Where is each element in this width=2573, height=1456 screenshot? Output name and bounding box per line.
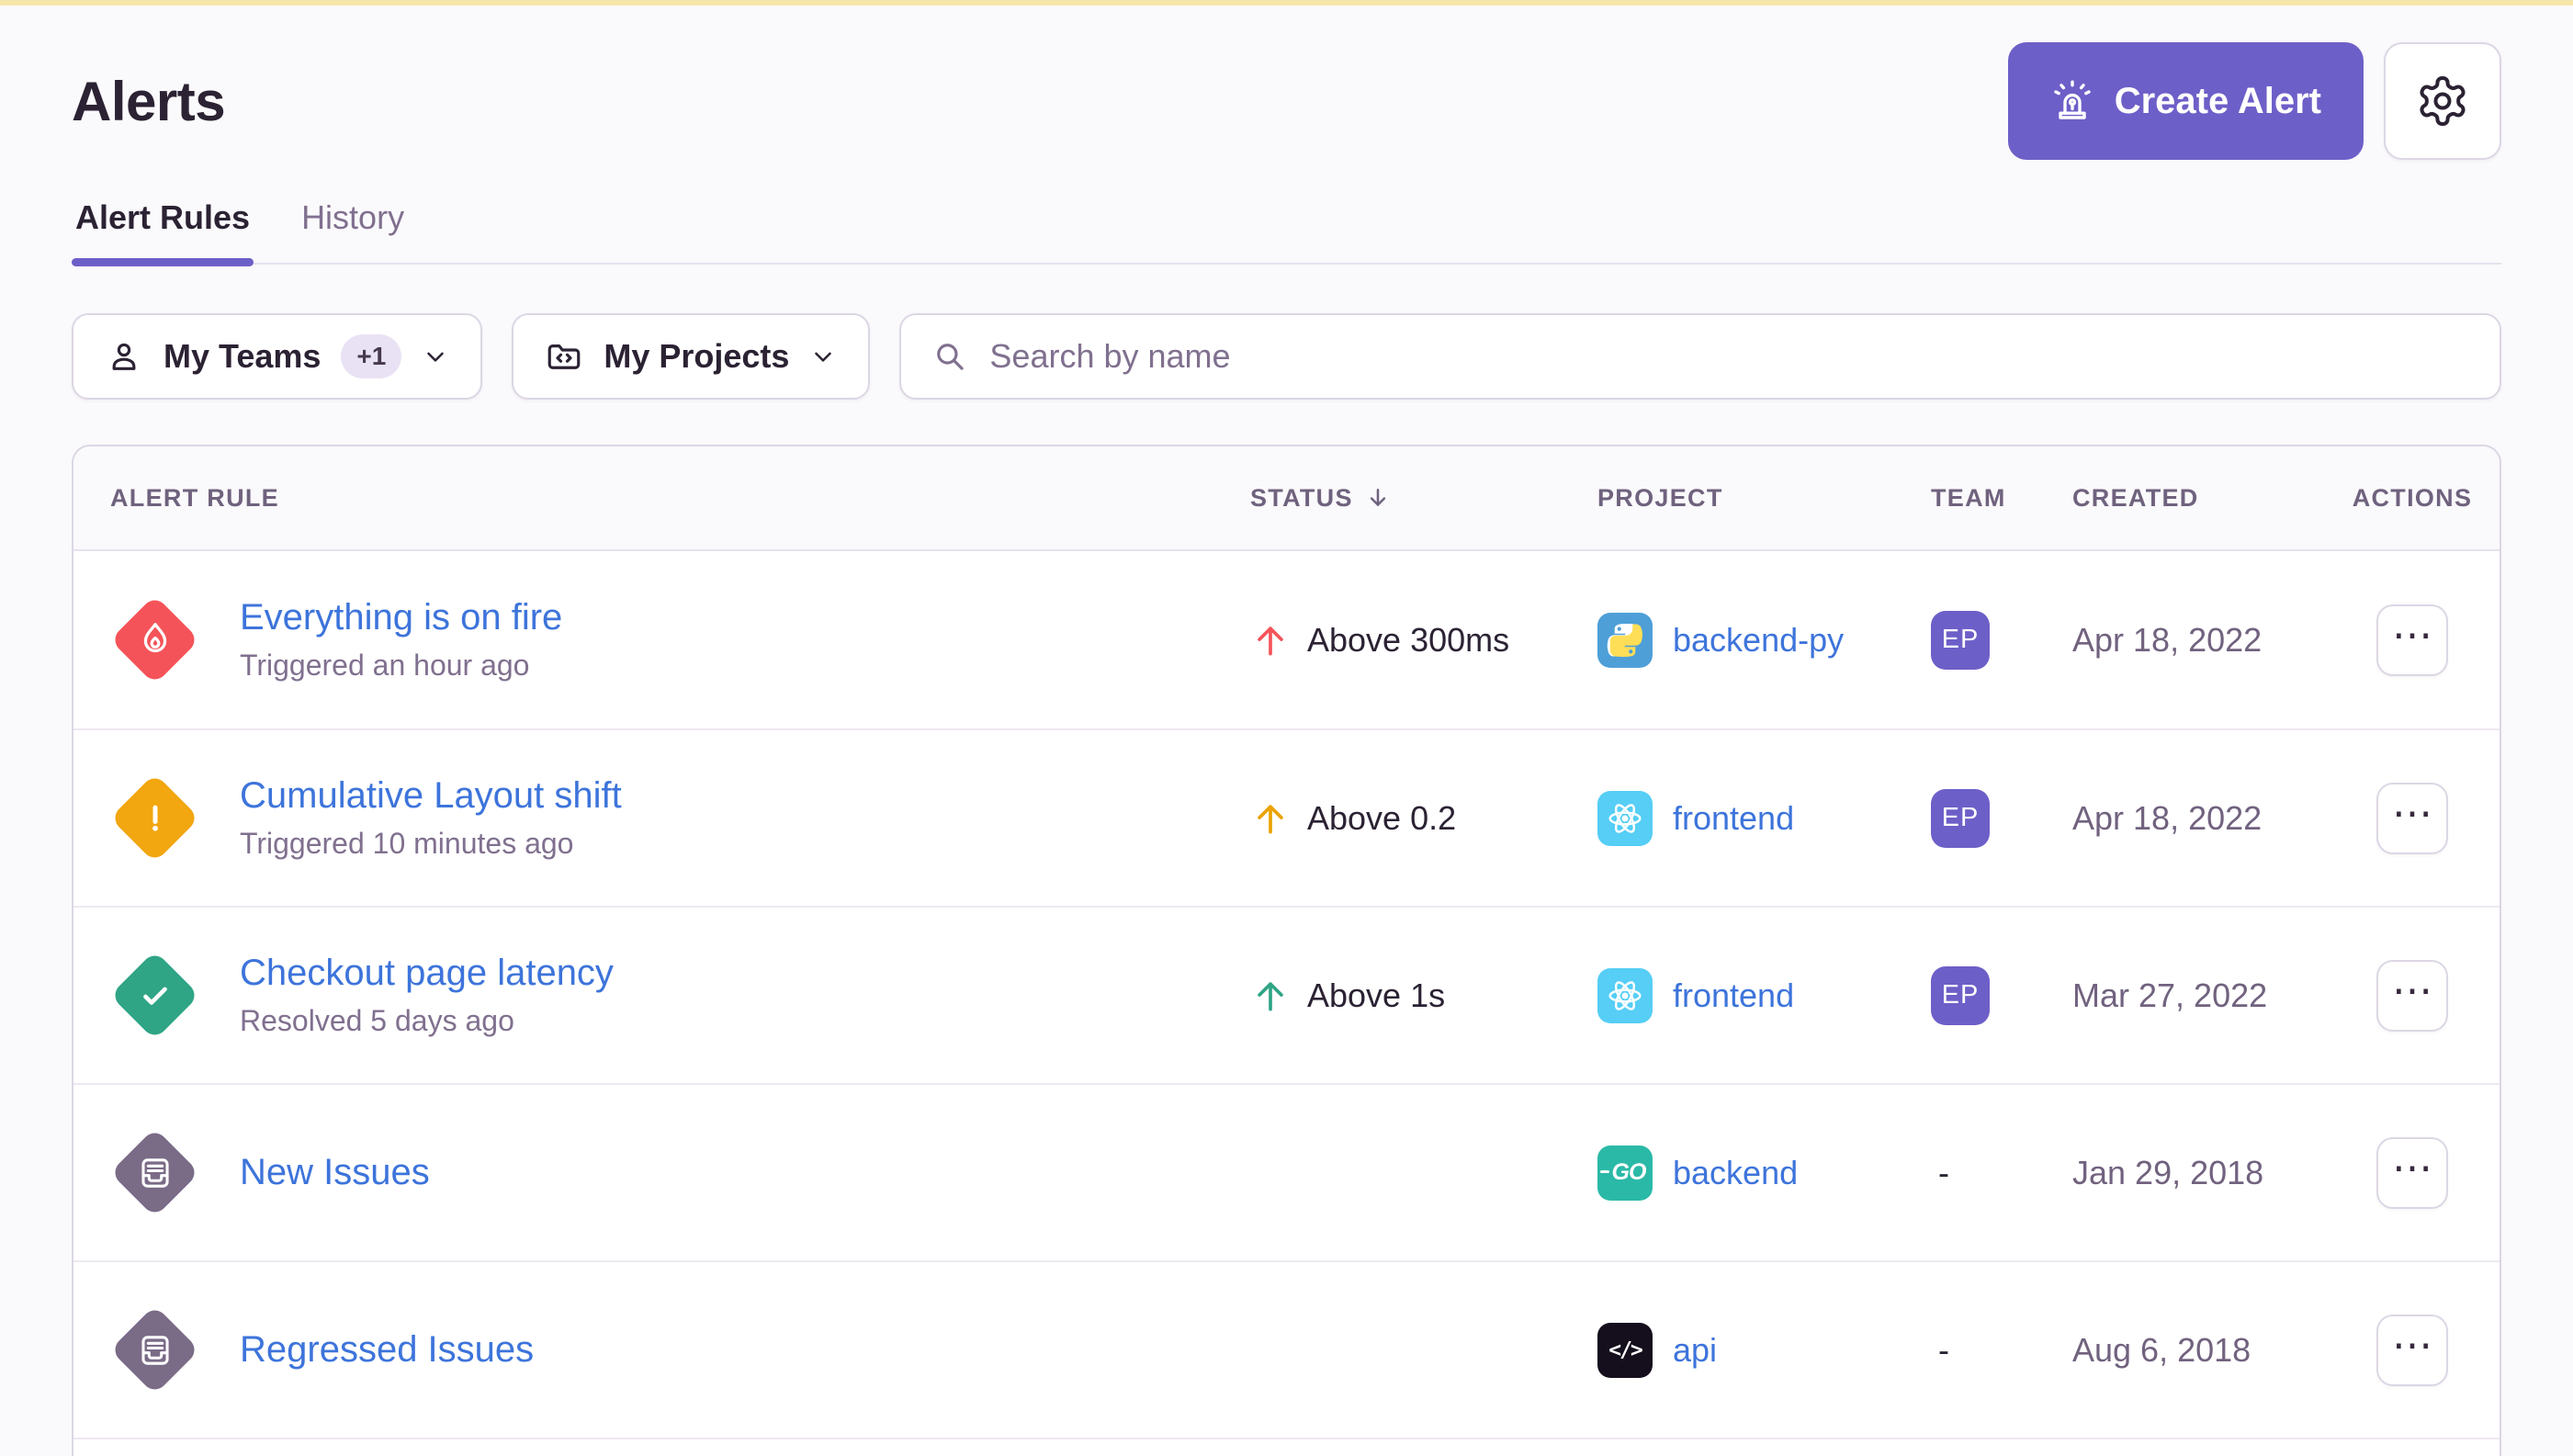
settings-button[interactable] — [2384, 42, 2501, 160]
chevron-down-icon — [809, 343, 837, 370]
project-link[interactable]: backend — [1673, 1154, 1798, 1192]
column-header-created: Created — [2072, 484, 2338, 513]
team-badge: EP — [1931, 789, 1990, 848]
status-up-arrow-icon — [1250, 798, 1291, 839]
python-project-icon — [1597, 613, 1653, 668]
team-empty: - — [1931, 1154, 1949, 1191]
react-project-icon — [1597, 791, 1653, 846]
issues-icon — [110, 1128, 199, 1217]
column-header-status[interactable]: Status — [1250, 484, 1597, 513]
alert-rule-detail: Triggered 10 minutes ago — [240, 827, 622, 861]
table-row — [73, 1438, 2500, 1456]
go-project-icon: GO — [1597, 1146, 1653, 1201]
search-icon — [931, 337, 969, 376]
alert-rule-detail: Resolved 5 days ago — [240, 1004, 614, 1038]
table-row: Checkout page latency Resolved 5 days ag… — [73, 906, 2500, 1083]
table-row: Everything is on fire Triggered an hour … — [73, 551, 2500, 728]
created-date: Mar 27, 2022 — [2072, 976, 2338, 1015]
teams-count-badge: +1 — [341, 334, 401, 378]
alert-rule-link[interactable]: Everything is on fire — [240, 597, 562, 638]
code-project-icon: </> — [1597, 1323, 1653, 1378]
gear-icon — [2415, 73, 2470, 129]
team-badge: EP — [1931, 966, 1990, 1025]
alert-rule-link[interactable]: Regressed Issues — [240, 1329, 534, 1371]
column-header-actions: Actions — [2338, 484, 2500, 513]
more-actions-button[interactable]: ⋯ — [2376, 1137, 2448, 1209]
more-actions-button[interactable]: ⋯ — [2376, 1315, 2448, 1386]
create-alert-label: Create Alert — [2115, 81, 2321, 122]
react-project-icon — [1597, 968, 1653, 1023]
table-row: New Issues GO backend - Jan 29, 2018 ⋯ — [73, 1083, 2500, 1260]
column-header-alert-rule: Alert Rule — [73, 484, 1250, 513]
projects-filter-label: My Projects — [604, 337, 789, 376]
tab-bar: Alert Rules History — [72, 193, 2501, 265]
created-date: Jan 29, 2018 — [2072, 1154, 2338, 1192]
alert-rule-link[interactable]: Cumulative Layout shift — [240, 775, 622, 817]
status-text: Above 0.2 — [1307, 799, 1456, 838]
ellipsis-icon: ⋯ — [2392, 971, 2432, 1011]
page-title: Alerts — [72, 70, 225, 133]
project-link[interactable]: frontend — [1673, 976, 1794, 1015]
page-header: Alerts Create Alert — [72, 42, 2501, 160]
more-actions-button[interactable]: ⋯ — [2376, 960, 2448, 1032]
alerts-page: Alerts Create Alert — [0, 0, 2573, 1456]
more-actions-button[interactable]: ⋯ — [2376, 783, 2448, 854]
table-header-row: Alert Rule Status Project Team Created A… — [73, 446, 2500, 551]
folder-code-icon — [545, 337, 583, 376]
column-header-team: Team — [1931, 484, 2072, 513]
sort-descending-icon — [1364, 484, 1392, 512]
status-up-arrow-icon — [1250, 976, 1291, 1016]
search-input[interactable] — [989, 337, 2470, 376]
created-date: Apr 18, 2022 — [2072, 621, 2338, 660]
alert-rule-link[interactable]: Checkout page latency — [240, 953, 614, 994]
column-header-project: Project — [1597, 484, 1931, 513]
tab-history[interactable]: History — [298, 193, 408, 263]
teams-filter-label: My Teams — [164, 337, 321, 376]
tab-alert-rules[interactable]: Alert Rules — [72, 193, 254, 263]
project-link[interactable]: backend-py — [1673, 621, 1844, 660]
issues-icon — [110, 1305, 199, 1394]
status-text: Above 300ms — [1307, 621, 1509, 660]
ellipsis-icon: ⋯ — [2392, 1326, 2432, 1366]
team-empty: - — [1931, 1331, 1949, 1369]
created-date: Aug 6, 2018 — [2072, 1331, 2338, 1370]
table-row: Regressed Issues </> api - Aug 6, 2018 ⋯ — [73, 1260, 2500, 1438]
alert-rule-link[interactable]: New Issues — [240, 1152, 430, 1193]
chevron-down-icon — [422, 343, 449, 370]
status-text: Above 1s — [1307, 976, 1445, 1015]
siren-icon — [2050, 79, 2094, 123]
more-actions-button[interactable]: ⋯ — [2376, 604, 2448, 676]
team-badge: EP — [1931, 611, 1990, 670]
status-up-arrow-icon — [1250, 620, 1291, 660]
create-alert-button[interactable]: Create Alert — [2008, 42, 2364, 160]
project-link[interactable]: api — [1673, 1331, 1717, 1370]
alert-rule-detail: Triggered an hour ago — [240, 649, 562, 683]
table-row: Cumulative Layout shift Triggered 10 min… — [73, 728, 2500, 906]
fire-icon — [110, 595, 199, 684]
created-date: Apr 18, 2022 — [2072, 799, 2338, 838]
filter-bar: My Teams +1 My Projects — [72, 313, 2501, 400]
projects-filter-button[interactable]: My Projects — [512, 313, 870, 400]
check-icon — [110, 951, 199, 1040]
search-box — [899, 313, 2501, 400]
project-link[interactable]: frontend — [1673, 799, 1794, 838]
user-icon — [105, 337, 143, 376]
teams-filter-button[interactable]: My Teams +1 — [72, 313, 482, 400]
ellipsis-icon: ⋯ — [2392, 615, 2432, 656]
ellipsis-icon: ⋯ — [2392, 794, 2432, 834]
top-banner-stripe — [0, 0, 2573, 6]
ellipsis-icon: ⋯ — [2392, 1148, 2432, 1189]
warning-icon — [110, 773, 199, 863]
alert-rules-table: Alert Rule Status Project Team Created A… — [72, 445, 2501, 1456]
